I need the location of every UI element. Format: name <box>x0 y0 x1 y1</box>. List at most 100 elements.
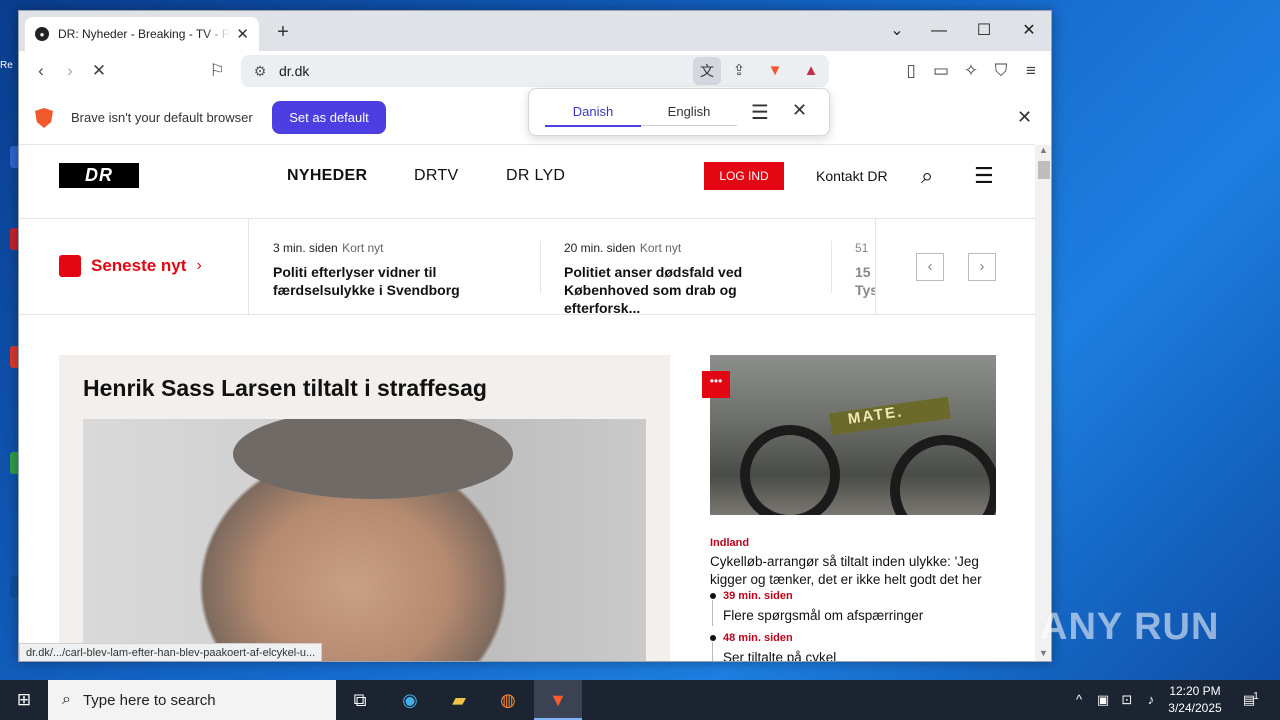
ticker-next-button[interactable]: › <box>968 253 996 281</box>
notification-count-badge: 1 <box>1253 691 1259 702</box>
tab-search-chevron-icon[interactable]: ⌄ <box>883 19 911 43</box>
ticker-item[interactable]: 3 min. siden Kort nyt Politi efterlyser … <box>273 239 533 299</box>
wallet-icon[interactable]: ▭ <box>929 59 953 83</box>
bookmark-icon[interactable]: ⚐ <box>205 59 229 83</box>
firefox-icon[interactable]: ◍ <box>484 680 532 720</box>
new-tab-button[interactable]: + <box>271 21 295 44</box>
file-explorer-icon[interactable]: ▰ <box>435 680 483 720</box>
scroll-down-icon[interactable]: ▼ <box>1039 648 1048 658</box>
vpn-icon[interactable]: ⛉ <box>989 59 1013 83</box>
contact-link[interactable]: Kontakt DR <box>816 168 888 184</box>
divider <box>831 241 832 293</box>
anyrun-watermark: ANY RUN <box>1040 606 1220 648</box>
bike-frame: MATE. <box>829 396 951 436</box>
share-icon[interactable]: ⇪ <box>727 59 751 83</box>
photo-hair-shape <box>233 419 513 499</box>
taskbar-search-box[interactable]: ⌕ Type here to search <box>48 680 336 720</box>
hero-article[interactable]: Henrik Sass Larsen tiltalt i straffesag <box>59 355 670 661</box>
tab-strip: ● DR: Nyheder - Breaking - TV - R ✕ + ⌄ … <box>19 11 1051 51</box>
sidebar-icon[interactable]: ▯ <box>899 59 923 83</box>
ticker-headline: 15 Tys <box>855 264 875 298</box>
link-status-bubble: dr.dk/.../carl-blev-lam-efter-han-blev-p… <box>19 643 323 661</box>
active-tab-underline <box>545 125 641 127</box>
bullet-dot <box>710 635 716 641</box>
translate-icon[interactable]: 文 <box>693 57 721 85</box>
ticker-headline: Politi efterlyser vidner til færdselsuly… <box>273 264 460 298</box>
ticker-time: 20 min. siden <box>564 241 636 255</box>
ticker-tag: Kort nyt <box>342 241 384 255</box>
brave-icon[interactable]: ▼ <box>534 680 582 720</box>
close-window-button[interactable]: ✕ <box>1015 19 1043 43</box>
side-article-headline[interactable]: Cykelløb-arrangør så tiltalt inden ulykk… <box>710 553 1006 589</box>
update-text: Flere spørgsmål om afspærringer <box>723 608 924 623</box>
divider <box>875 219 876 315</box>
ticker-prev-button[interactable]: ‹ <box>916 253 944 281</box>
scrollbar-thumb[interactable] <box>1038 161 1050 179</box>
task-view-icon[interactable]: ⧉ <box>336 680 384 720</box>
page-scrollbar[interactable]: ▲ ▼ <box>1035 145 1051 661</box>
scroll-up-icon[interactable]: ▲ <box>1039 145 1048 155</box>
lang-tab-danish[interactable]: Danish <box>545 104 641 119</box>
nav-dr-lyd[interactable]: DR LYD <box>506 167 565 185</box>
taskbar-clock[interactable]: 12:20 PM 3/24/2025 <box>1160 683 1230 717</box>
ticker-time: 51 <box>855 241 869 255</box>
dr-logo[interactable]: DR <box>59 163 139 188</box>
brave-rewards-icon[interactable]: ▲ <box>799 59 823 83</box>
search-icon: ⌕ <box>62 691 71 708</box>
ticker-item[interactable]: 51 15 Tys <box>855 239 875 299</box>
brave-shields-icon[interactable]: ▼ <box>763 59 787 83</box>
windows-start-icon[interactable]: ⊞ <box>0 680 48 720</box>
chevron-right-icon: › <box>196 257 202 274</box>
divider <box>540 241 541 293</box>
url-text[interactable]: dr.dk <box>279 63 309 79</box>
seneste-nyt-link[interactable]: Seneste nyt › <box>59 255 202 277</box>
set-as-default-button[interactable]: Set as default <box>272 101 386 134</box>
bike-wheel-shape <box>890 435 996 515</box>
clock-date: 3/24/2025 <box>1168 701 1222 715</box>
network-icon[interactable]: ⊡ <box>1116 680 1138 720</box>
ticker-tag: Kort nyt <box>639 241 682 255</box>
ticker-headline: Politiet anser dødsfald ved Københoved s… <box>564 264 743 316</box>
update-text: Ser tiltalte på cykel <box>723 650 837 662</box>
back-button[interactable]: ‹ <box>29 59 53 83</box>
side-article-category[interactable]: Indland <box>710 537 749 549</box>
infobar-message: Brave isn't your default browser <box>71 110 253 125</box>
desktop-icon-label-fragment: Re <box>0 60 13 71</box>
site-settings-icon[interactable]: ⚙ <box>251 63 269 80</box>
meet-now-icon[interactable]: ▣ <box>1092 680 1114 720</box>
dr-favicon-icon: ● <box>35 27 49 41</box>
hero-headline[interactable]: Henrik Sass Larsen tiltalt i straffesag <box>83 375 487 402</box>
edge-icon[interactable]: ◉ <box>386 680 434 720</box>
volume-icon[interactable]: ♪ <box>1140 680 1162 720</box>
nav-nyheder[interactable]: NYHEDER <box>287 167 367 185</box>
bullet-line <box>712 642 713 661</box>
translate-options-icon[interactable]: ☰ <box>751 100 769 125</box>
main-menu-icon[interactable]: ≡ <box>1019 59 1043 83</box>
search-icon[interactable]: ⌕ <box>921 163 933 189</box>
address-bar[interactable]: ⚙ dr.dk 文 ⇪ ▼ ▲ <box>241 55 829 87</box>
hamburger-menu-icon[interactable]: ☰ <box>974 163 994 189</box>
forward-button[interactable]: › <box>58 59 82 83</box>
hero-photo[interactable] <box>83 419 646 661</box>
search-placeholder: Type here to search <box>82 691 216 709</box>
live-badge-icon: ••• <box>702 371 730 398</box>
maximize-button[interactable]: ☐ <box>970 19 998 43</box>
close-translate-icon[interactable]: ✕ <box>792 100 807 121</box>
lang-tab-english[interactable]: English <box>641 104 737 119</box>
nav-drtv[interactable]: DRTV <box>414 167 458 185</box>
ticker-item[interactable]: 20 min. siden Kort nyt Politiet anser dø… <box>564 239 804 317</box>
stop-loading-button[interactable]: ✕ <box>87 59 111 83</box>
divider <box>248 219 249 315</box>
close-tab-icon[interactable]: ✕ <box>236 25 249 43</box>
side-article-photo[interactable]: MATE. <box>710 355 996 515</box>
minimize-button[interactable]: — <box>925 19 953 43</box>
login-button[interactable]: LOG IND <box>704 162 784 190</box>
show-hidden-icons-chevron-icon[interactable]: ^ <box>1068 680 1090 720</box>
leo-ai-icon[interactable]: ✧ <box>959 59 983 83</box>
browser-tab[interactable]: ● DR: Nyheder - Breaking - TV - R ✕ <box>25 17 259 51</box>
site-header: DR NYHEDER DRTV DR LYD LOG IND Kontakt D… <box>19 145 1035 219</box>
update-time: 39 min. siden <box>723 590 793 602</box>
close-infobar-icon[interactable]: ✕ <box>1017 107 1032 128</box>
default-browser-infobar: Brave isn't your default browser Set as … <box>19 91 1035 145</box>
update-time: 48 min. siden <box>723 632 793 644</box>
